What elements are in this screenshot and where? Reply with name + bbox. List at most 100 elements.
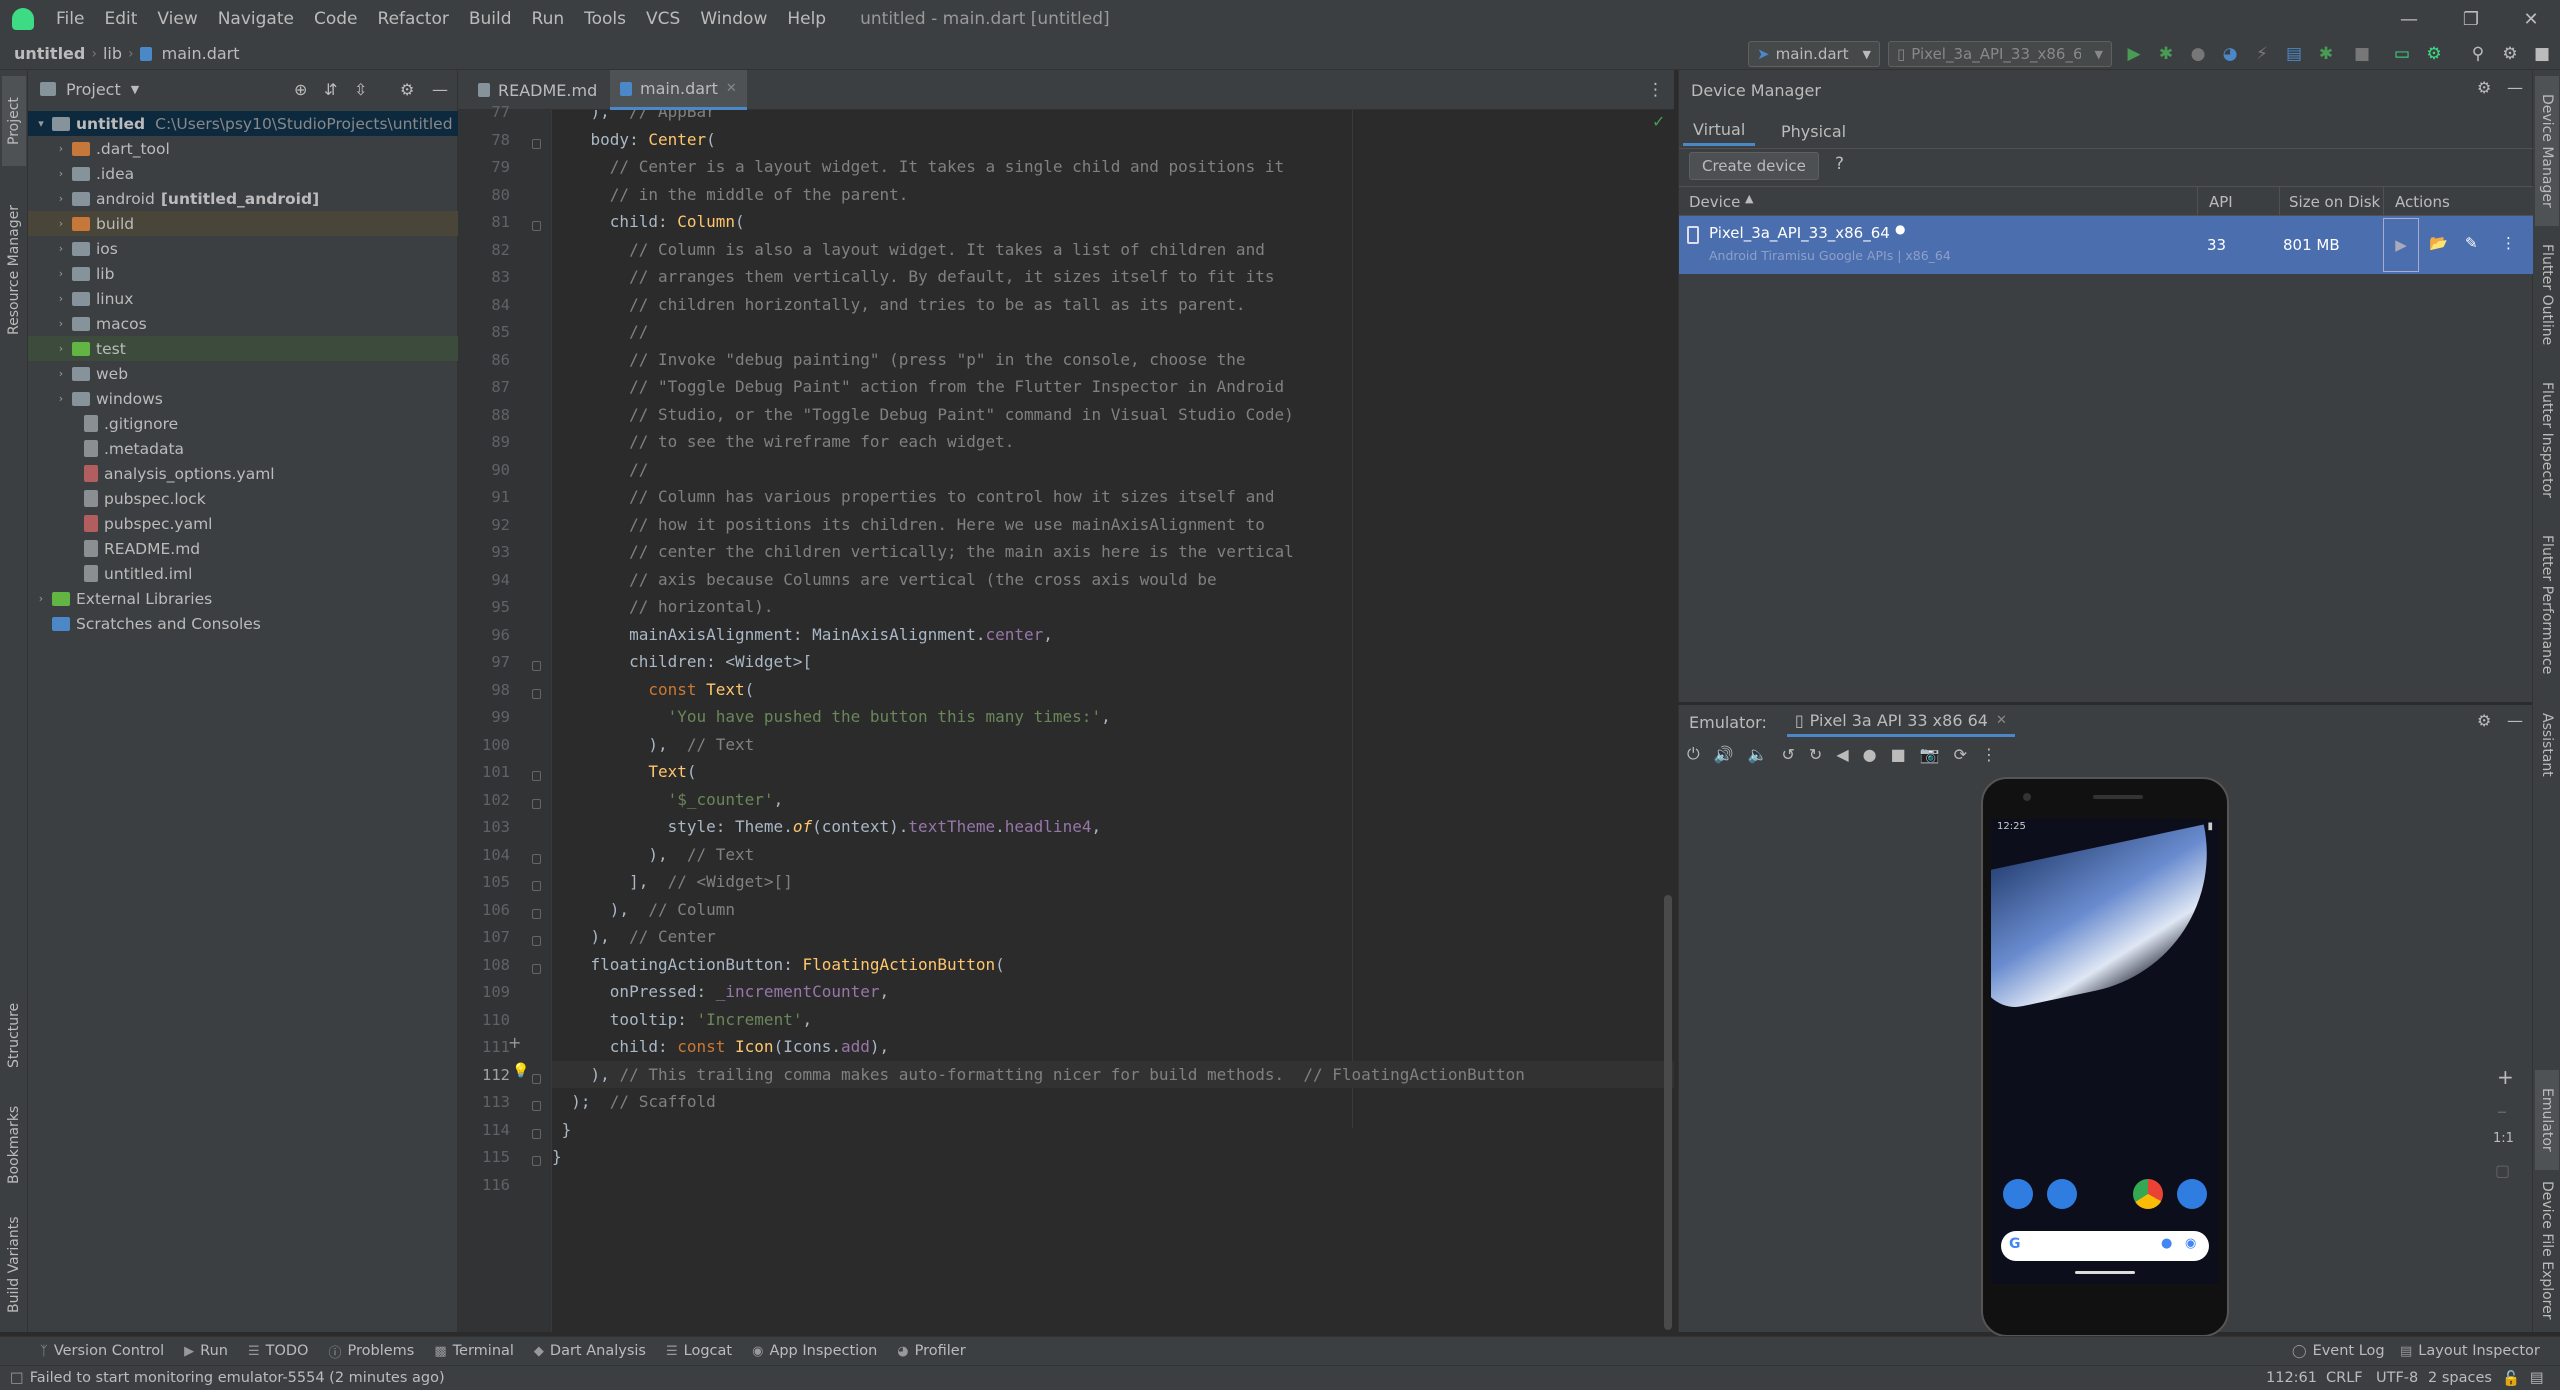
menu-vcs[interactable]: VCS — [636, 9, 690, 29]
code-line[interactable]: // how it positions its children. Here w… — [552, 511, 1265, 539]
code-line[interactable]: } — [552, 1116, 572, 1144]
collapse-arrow-icon[interactable]: › — [54, 217, 68, 230]
hide-panel-icon[interactable]: — — [2507, 711, 2523, 730]
messages-app-icon[interactable] — [2047, 1179, 2077, 1209]
code-line[interactable]: // arranges them vertically. By default,… — [552, 263, 1274, 291]
expand-all-icon[interactable]: ⇵ — [324, 80, 337, 99]
device-row[interactable]: Pixel_3a_API_33_x86_64 ● Android Tiramis… — [1679, 216, 2533, 274]
menu-help[interactable]: Help — [777, 9, 836, 29]
code-line[interactable]: const Text( — [552, 676, 754, 704]
tree-item[interactable]: pubspec.yaml — [28, 511, 458, 536]
fold-marker-icon[interactable] — [532, 798, 541, 809]
run-icon[interactable]: ▶ — [2124, 44, 2144, 64]
mic-icon[interactable]: ● — [2161, 1236, 2172, 1251]
collapse-all-icon[interactable]: ⇳ — [354, 80, 367, 99]
code-editor[interactable]: ), // AppBar body: Center( // Center is … — [552, 110, 1674, 1332]
code-line[interactable]: // center the children vertically; the m… — [552, 538, 1294, 566]
fold-marker-icon[interactable] — [532, 936, 541, 946]
code-line[interactable]: // Center is a layout widget. It takes a… — [552, 153, 1284, 181]
collapse-arrow-icon[interactable]: › — [54, 192, 68, 205]
code-line[interactable]: children: <Widget>[ — [552, 648, 812, 676]
tree-item[interactable]: › test — [28, 336, 458, 361]
code-line[interactable]: ), // Text — [552, 731, 754, 759]
fold-marker-icon[interactable] — [532, 1073, 541, 1084]
fold-marker-icon[interactable] — [532, 853, 541, 864]
hide-panel-icon[interactable]: — — [2507, 78, 2523, 97]
hot-reload-icon[interactable]: ⚡ — [2252, 44, 2272, 64]
zoom-out-icon[interactable]: – — [2497, 1099, 2507, 1123]
fold-marker-icon[interactable] — [532, 661, 541, 671]
code-line[interactable]: tooltip: 'Increment', — [552, 1006, 812, 1034]
settings-gear-icon[interactable]: ⚙ — [400, 80, 414, 99]
menu-build[interactable]: Build — [459, 9, 522, 29]
tool-todo[interactable]: ☰ TODO — [238, 1343, 319, 1359]
tree-item[interactable]: › ios — [28, 236, 458, 261]
tool-run[interactable]: ▶ Run — [174, 1343, 238, 1359]
create-device-button[interactable]: Create device — [1689, 152, 1819, 180]
zoom-fit-icon[interactable]: ▢ — [2495, 1161, 2510, 1180]
editor-scrollbar[interactable] — [1664, 895, 1672, 1330]
fold-marker-icon[interactable] — [532, 908, 541, 919]
phone-app-icon[interactable] — [2003, 1179, 2033, 1209]
edit-pencil-icon[interactable]: ✎ — [2465, 234, 2478, 252]
column-device[interactable]: Device — [1689, 193, 1740, 211]
code-line[interactable]: onPressed: _incrementCounter, — [552, 978, 889, 1006]
tree-item[interactable]: › lib — [28, 261, 458, 286]
camera-app-icon[interactable] — [2177, 1179, 2207, 1209]
tool-tab-emulator[interactable]: Emulator — [2535, 1070, 2559, 1170]
code-line[interactable]: // Column has various properties to cont… — [552, 483, 1274, 511]
collapse-arrow-icon[interactable]: › — [54, 292, 68, 305]
tree-item[interactable]: › web — [28, 361, 458, 386]
code-line[interactable]: child: const Icon(Icons.add), — [552, 1033, 889, 1061]
tree-item[interactable]: › build — [28, 211, 458, 236]
restore-icon[interactable]: ❐ — [2440, 0, 2502, 38]
zoom-in-icon[interactable]: + — [2497, 1065, 2514, 1089]
column-api[interactable]: API — [2209, 193, 2233, 211]
dropdown-arrow-icon[interactable]: ▼ — [131, 83, 139, 96]
menu-view[interactable]: View — [147, 9, 207, 29]
column-actions[interactable]: Actions — [2395, 193, 2450, 211]
rotate-right-icon[interactable]: ↻ — [1809, 745, 1822, 764]
lock-icon[interactable]: 🔓 — [2502, 1370, 2520, 1387]
sort-ascending-icon[interactable]: ▲ — [1745, 192, 1753, 205]
tool-profiler[interactable]: ◕ Profiler — [887, 1343, 975, 1359]
tool-tab-project[interactable]: Project — [2, 76, 26, 166]
code-line[interactable]: mainAxisAlignment: MainAxisAlignment.cen… — [552, 621, 1053, 649]
tool-tab-resource-manager[interactable]: Resource Manager — [2, 170, 26, 370]
code-line[interactable]: ), // Center — [552, 923, 716, 951]
tree-item[interactable]: › .idea — [28, 161, 458, 186]
overview-icon[interactable]: ■ — [1891, 745, 1906, 764]
collapse-arrow-icon[interactable]: › — [54, 242, 68, 255]
fold-marker-icon[interactable] — [532, 1101, 541, 1111]
emulator-tab[interactable]: ▯ Pixel 3a API 33 x86 64 ✕ — [1786, 707, 2015, 737]
lightbulb-icon[interactable]: 💡 — [512, 1063, 529, 1079]
tool-logcat[interactable]: ☰ Logcat — [656, 1343, 742, 1359]
code-line[interactable]: ), // Text — [552, 841, 754, 869]
tab-main-dart[interactable]: main.dart ✕ — [610, 70, 747, 110]
fold-marker-icon[interactable] — [532, 963, 541, 974]
flutter-attach-icon[interactable]: ✱ — [2316, 44, 2336, 64]
attach-debugger-icon[interactable]: ▤ — [2284, 44, 2304, 64]
rotate-left-icon[interactable]: ↺ — [1782, 745, 1795, 764]
code-line[interactable]: // axis because Columns are vertical (th… — [552, 566, 1217, 594]
code-line[interactable]: // "Toggle Debug Paint" action from the … — [552, 373, 1284, 401]
performance-icon[interactable]: ◕ — [2220, 44, 2240, 64]
home-icon[interactable]: ● — [1863, 745, 1877, 764]
launch-device-button[interactable]: ▶ — [2383, 218, 2419, 272]
menu-code[interactable]: Code — [304, 9, 368, 29]
code-line[interactable]: Text( — [552, 758, 696, 786]
indent-setting[interactable]: 2 spaces — [2428, 1370, 2492, 1386]
code-line[interactable]: // in the middle of the parent. — [552, 181, 909, 209]
gesture-nav-bar[interactable] — [2075, 1271, 2135, 1274]
tool-tab-flutter-inspector[interactable]: Flutter Inspector — [2535, 365, 2559, 515]
tool-app-inspection[interactable]: ◉ App Inspection — [742, 1343, 887, 1359]
code-line[interactable]: // — [552, 456, 648, 484]
tree-item[interactable]: .gitignore — [28, 411, 458, 436]
chrome-app-icon[interactable] — [2133, 1179, 2163, 1209]
emulator-screen[interactable]: 12:25 ▮ G ● ◉ — [1991, 819, 2219, 1284]
caret-position[interactable]: 112:61 — [2266, 1370, 2317, 1386]
run-config-select[interactable]: ➤ main.dart ▼ — [1748, 41, 1880, 67]
column-size[interactable]: Size on Disk — [2289, 193, 2380, 211]
tree-item[interactable]: .metadata — [28, 436, 458, 461]
debug-icon[interactable]: ✱ — [2156, 44, 2176, 64]
